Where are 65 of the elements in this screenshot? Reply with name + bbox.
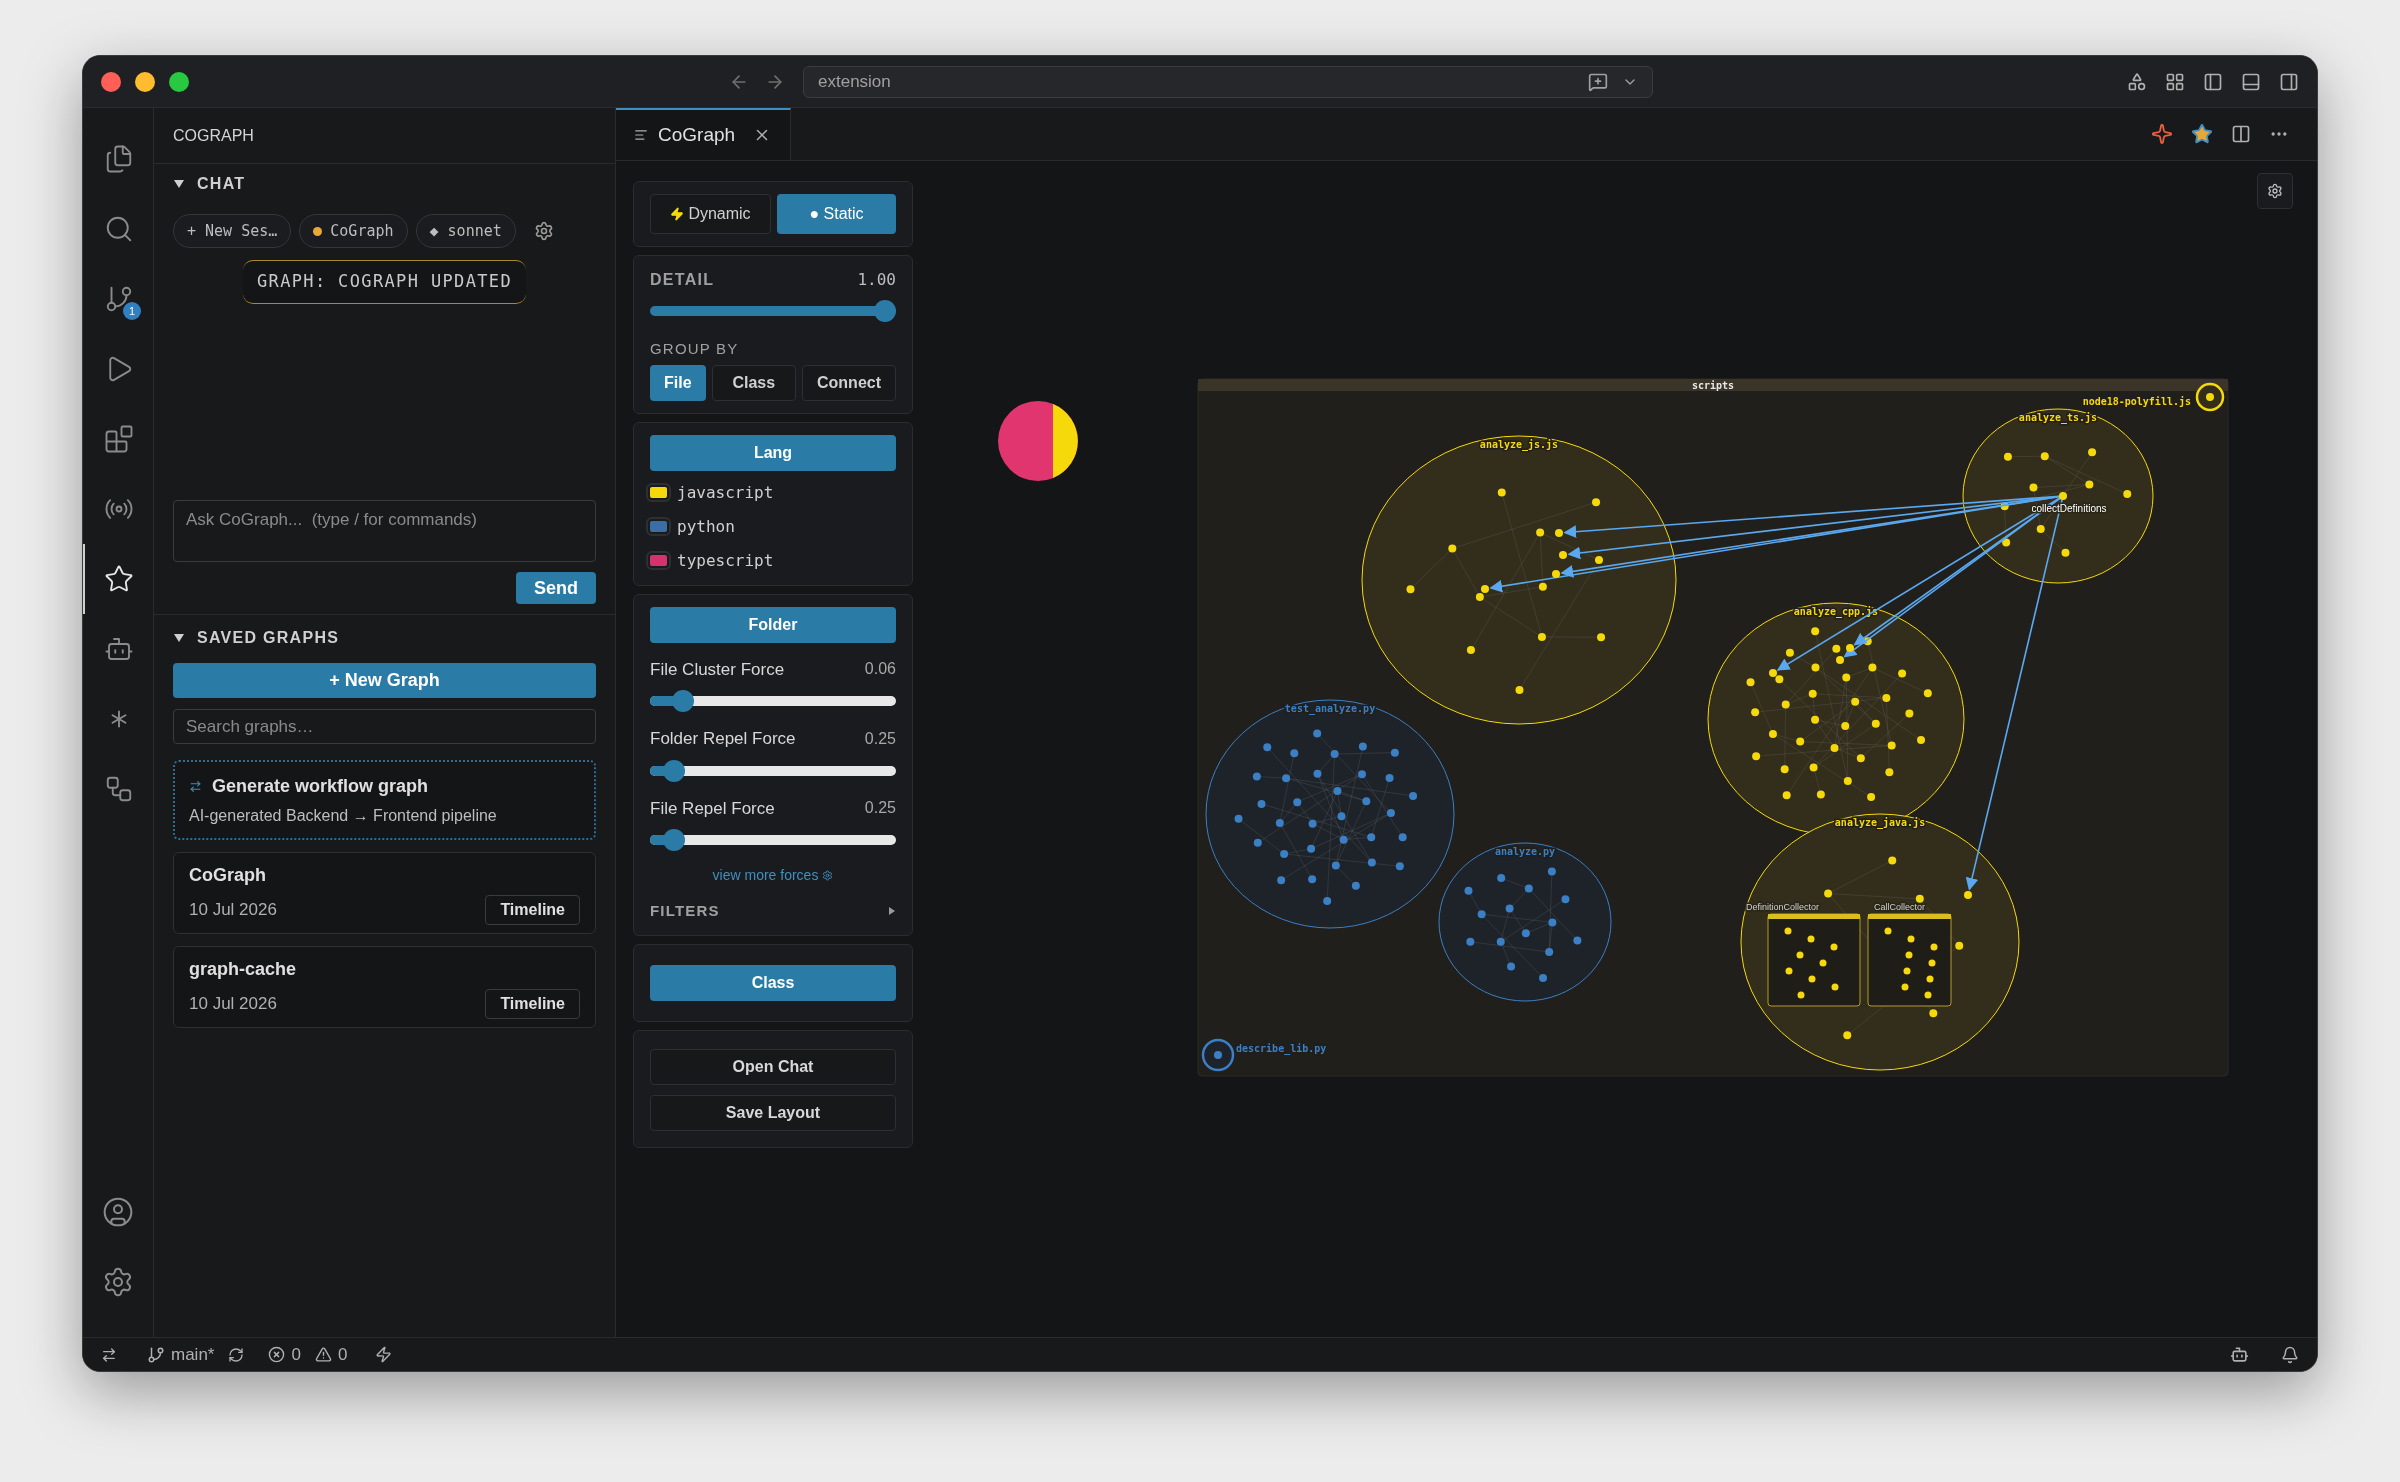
chat-chip[interactable]: CoGraph: [299, 214, 408, 248]
force-label: File Repel Force: [650, 797, 775, 820]
lang-button[interactable]: Lang: [650, 434, 896, 471]
new-graph-button[interactable]: + New Graph: [173, 663, 596, 698]
class-label: DefinitionCollector: [1746, 902, 1820, 912]
class-label: CallCollector: [1874, 902, 1926, 912]
cluster-label: node18-polyfill.js: [2082, 396, 2191, 407]
timeline-button[interactable]: Timeline: [485, 988, 580, 1019]
editor-tab[interactable]: CoGraph: [616, 108, 791, 160]
force-reading: 0.25: [864, 798, 896, 819]
force-reading: 0.25: [864, 728, 896, 749]
legend-label: typescript: [677, 549, 774, 572]
graph-name: CoGraph: [189, 863, 267, 887]
legend-label: python: [677, 515, 735, 538]
action-button[interactable]: Save Layout: [650, 1094, 896, 1131]
action-button[interactable]: Open Chat: [650, 1048, 896, 1085]
force-label: File Cluster Force: [650, 658, 785, 681]
section-heading: CHAT: [197, 174, 246, 194]
frame-label: scripts: [1691, 380, 1735, 391]
search-field[interactable]: Search graphs…: [173, 709, 596, 744]
view-more-link[interactable]: view more forces: [712, 865, 819, 886]
workflow-subtitle: AI-generated Backend → Frontend pipeline: [189, 805, 498, 826]
graph-name: graph-cache: [189, 957, 298, 981]
command-center-text: extension: [818, 70, 891, 93]
force-reading: 0.06: [864, 659, 896, 680]
status-banner: GRAPH: COGRAPH UPDATED: [242, 260, 527, 304]
branch-name[interactable]: main*: [171, 1341, 215, 1368]
group-by-label: GROUP BY: [650, 339, 740, 359]
chat-input[interactable]: Ask CoGraph... (type / for commands): [173, 500, 596, 562]
chat-chip[interactable]: + New Ses…: [173, 214, 292, 248]
count-badge: 1: [123, 302, 141, 320]
panel-title: COGRAPH: [173, 125, 254, 146]
graph-date: 10 Jul 2026: [189, 992, 277, 1015]
workflow-card[interactable]: Generate workflow graph AI-generated Backend → Frontend pipeline: [173, 760, 596, 840]
filters-heading[interactable]: FILTERS: [650, 900, 720, 923]
legend-label: javascript: [677, 481, 774, 504]
mode-tab[interactable]: ● Static: [777, 194, 896, 234]
send-button[interactable]: Send: [516, 572, 596, 604]
mode-tab[interactable]: Dynamic: [650, 194, 771, 234]
activity-bar-item[interactable]: 1: [83, 264, 153, 334]
cluster-label: analyze_java.js: [1834, 817, 1926, 828]
detail-reading: 1.00: [857, 269, 896, 291]
cluster-label: describe_lib.py: [1236, 1043, 1327, 1054]
error-count[interactable]: 0: [291, 1341, 301, 1368]
graph-date: 10 Jul 2026: [189, 898, 277, 921]
command-center-field[interactable]: extension: [803, 65, 1653, 98]
chat-chip[interactable]: ◆ sonnet: [415, 214, 516, 248]
detail-label: DETAIL: [650, 270, 715, 290]
tab-label: CoGraph: [658, 122, 736, 147]
cluster-label: analyze.py: [1494, 846, 1556, 857]
cluster-label: analyze_ts.js: [2018, 412, 2098, 423]
cluster-label: test_analyze.py: [1284, 703, 1376, 714]
workflow-title: Generate workflow graph: [212, 774, 429, 798]
cluster-label: analyze_js.js: [1479, 439, 1559, 450]
group-by-option[interactable]: File: [650, 364, 706, 401]
saved-graph-card[interactable]: graph-cache 10 Jul 2026 Timeline: [173, 946, 596, 1028]
group-by-option[interactable]: Connect: [802, 364, 896, 401]
section-heading: SAVED GRAPHS: [197, 628, 340, 648]
saved-graph-card[interactable]: CoGraph 10 Jul 2026 Timeline: [173, 852, 596, 934]
warning-count[interactable]: 0: [337, 1341, 348, 1368]
folder-button[interactable]: Folder: [650, 606, 896, 643]
class-button[interactable]: Class: [650, 964, 896, 1001]
force-label: Folder Repel Force: [650, 728, 796, 750]
group-by-option[interactable]: Class: [711, 364, 796, 401]
timeline-button[interactable]: Timeline: [485, 894, 580, 925]
